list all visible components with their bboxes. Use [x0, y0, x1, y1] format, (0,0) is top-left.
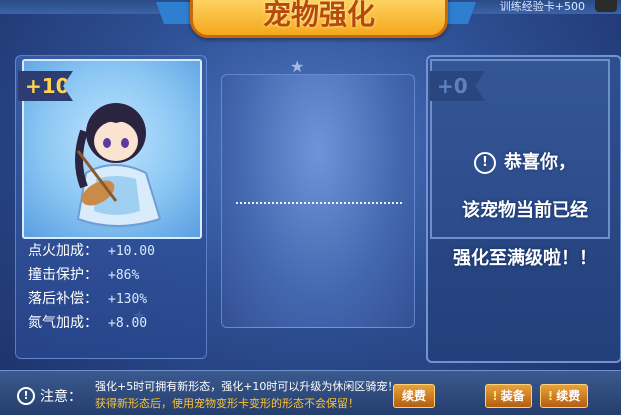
equip-label: 装备 [500, 389, 525, 403]
stat-value: +130% [108, 292, 148, 307]
dotted-divider [236, 202, 402, 204]
level-value: +10 [25, 74, 70, 98]
renew-left-label: 续费 [401, 389, 426, 403]
note-label: 注意： [40, 389, 82, 405]
stat-value: +86% [108, 268, 140, 283]
stat-row-nitro: 氮气加成： +8.00 [28, 312, 147, 334]
info-icon: ! [474, 152, 496, 174]
renew-button-right[interactable]: ! 续费 [540, 384, 588, 408]
stat-label: 氮气加成： [28, 315, 98, 331]
title-banner: 宠物强化 [190, 0, 448, 38]
stat-row-ignition: 点火加成： +10.00 [28, 240, 155, 262]
message-line-1: 恭喜你， [504, 152, 576, 173]
exclamation-icon: ! [492, 389, 498, 403]
stat-label: 落后补偿： [28, 291, 98, 307]
exclamation-icon: ! [547, 389, 554, 403]
page-title: 宠物强化 [262, 0, 375, 31]
renew-button-left[interactable]: 续费 [393, 384, 435, 408]
stat-label: 点火加成： [28, 243, 98, 259]
stat-label: 撞击保护： [28, 267, 98, 283]
warning-icon: ! [17, 387, 35, 405]
stat-value: +10.00 [108, 244, 155, 259]
corner-icon[interactable] [595, 0, 617, 12]
result-level-value: +0 [437, 74, 468, 98]
stat-value: +8.00 [108, 316, 148, 331]
stat-row-catchup: 落后补偿： +130% [28, 288, 147, 310]
tip-line-2: 获得新形态后，使用宠物变形卡变形的形态不会保留！ [95, 397, 359, 410]
stat-row-collision: 撞击保护： +86% [28, 264, 139, 286]
equip-button[interactable]: ! 装备 [485, 384, 532, 408]
message-line-3: 强化至满级啦！！ [453, 248, 597, 269]
renew-right-label: 续费 [556, 389, 581, 403]
exp-card-label: 训练经验卡+500 [499, 0, 585, 13]
message-line-2: 该宠物当前已经 [462, 200, 588, 221]
tip-line-1: 强化+5时可拥有新形态，强化+10时可以升级为休闲区骑宠！ [95, 380, 399, 393]
enhance-slot-panel [221, 74, 415, 328]
